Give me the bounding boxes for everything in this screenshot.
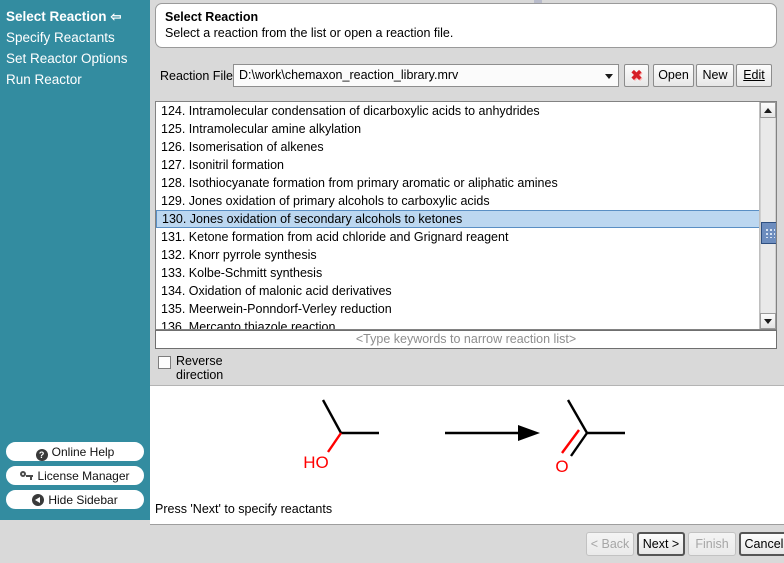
list-item[interactable]: 124. Intramolecular condensation of dica… <box>156 102 760 120</box>
sidebar-step-label: Run Reactor <box>6 72 82 87</box>
reactant-hydroxyl-label: HO <box>303 453 329 472</box>
scroll-up-arrow-icon[interactable] <box>760 102 776 118</box>
reaction-file-row: Reaction File: D:\work\chemaxon_reaction… <box>150 62 784 92</box>
sidebar-step-label: Set Reactor Options <box>6 51 128 66</box>
reverse-direction-label: Reverse direction <box>176 354 224 382</box>
reaction-preview-canvas: HO O <box>150 385 784 498</box>
new-label: New <box>702 68 728 82</box>
reverse-direction-checkbox[interactable] <box>158 356 171 369</box>
page-title: Select Reaction <box>165 10 259 24</box>
sidebar-step-run-reactor[interactable]: Run Reactor <box>0 69 150 90</box>
cancel-label: Cancel <box>744 537 784 551</box>
list-item[interactable]: 125. Intramolecular amine alkylation <box>156 120 760 138</box>
reactant-structure <box>321 399 379 453</box>
back-arrow-icon: ⇦ <box>110 9 122 24</box>
chevron-down-icon[interactable] <box>599 65 618 86</box>
sidebar-step-select-reaction[interactable]: Select Reaction ⇦ <box>0 6 150 27</box>
hide-sidebar-label: Hide Sidebar <box>48 493 118 507</box>
search-input[interactable]: <Type keywords to narrow reaction list> <box>155 330 777 349</box>
reaction-scheme-svg: HO O <box>303 399 625 476</box>
scrollbar-track[interactable] <box>760 118 776 313</box>
list-item[interactable]: 131. Ketone formation from acid chloride… <box>156 228 760 246</box>
edit-file-button[interactable]: Edit <box>736 64 772 87</box>
wizard-sidebar: Select Reaction ⇦ Specify Reactants Set R… <box>0 0 150 520</box>
wizard-button-bar: < Back Next > Finish Cancel <box>150 524 784 563</box>
help-circle-icon: ? <box>35 449 48 461</box>
reactor-wizard-window: Select Reaction ⇦ Specify Reactants Set R… <box>0 0 784 563</box>
reaction-file-label: Reaction File: <box>160 69 237 83</box>
next-button[interactable]: Next > <box>637 532 685 556</box>
status-text: Press 'Next' to specify reactants <box>155 502 333 516</box>
list-item[interactable]: 126. Isomerisation of alkenes <box>156 138 760 156</box>
open-label: Open <box>658 68 689 82</box>
online-help-label: Online Help <box>51 445 115 459</box>
list-item-selected[interactable]: 130. Jones oxidation of secondary alcoho… <box>156 210 760 228</box>
scrollbar-thumb[interactable] <box>761 222 776 244</box>
edit-label: Edit <box>743 68 765 82</box>
sidebar-step-set-reactor-options[interactable]: Set Reactor Options <box>0 48 150 69</box>
license-manager-button[interactable]: License Manager <box>6 466 144 485</box>
next-label: Next > <box>642 537 680 551</box>
sidebar-step-label: Select Reaction <box>6 9 107 24</box>
new-file-button[interactable]: New <box>696 64 734 87</box>
license-manager-label: License Manager <box>37 469 130 483</box>
finish-button[interactable]: Finish <box>688 532 736 556</box>
reaction-list-items: 124. Intramolecular condensation of dica… <box>156 102 760 329</box>
list-item[interactable]: 127. Isonitril formation <box>156 156 760 174</box>
status-bar: Press 'Next' to specify reactants <box>150 497 784 524</box>
scroll-down-arrow-icon[interactable] <box>760 313 776 329</box>
list-item[interactable]: 129. Jones oxidation of primary alcohols… <box>156 192 760 210</box>
cancel-button[interactable]: Cancel <box>739 532 784 556</box>
reaction-list[interactable]: 124. Intramolecular condensation of dica… <box>155 101 777 330</box>
scrollbar-grip-icon <box>765 228 775 238</box>
list-vertical-scrollbar[interactable] <box>759 102 776 329</box>
key-icon <box>20 470 34 482</box>
sidebar-step-label: Specify Reactants <box>6 30 115 45</box>
sidebar-step-specify-reactants[interactable]: Specify Reactants <box>0 27 150 48</box>
close-x-icon: ✖ <box>630 67 643 83</box>
list-item[interactable]: 134. Oxidation of malonic acid derivativ… <box>156 282 760 300</box>
sidebar-action-buttons: ? Online Help License Manager Hide Sideba… <box>0 442 150 514</box>
reaction-file-value: D:\work\chemaxon_reaction_library.mrv <box>239 68 459 82</box>
finish-label: Finish <box>695 537 729 551</box>
hide-sidebar-button[interactable]: Hide Sidebar <box>6 490 144 509</box>
list-item[interactable]: 136. Mercapto thiazole reaction <box>156 318 760 329</box>
back-label: < Back <box>590 537 630 551</box>
reaction-file-combobox[interactable]: D:\work\chemaxon_reaction_library.mrv <box>233 64 619 87</box>
previous-circle-icon <box>32 494 45 506</box>
page-title-box: Select Reaction Select a reaction from t… <box>155 3 777 48</box>
product-structure <box>561 399 625 457</box>
list-item[interactable]: 133. Kolbe-Schmitt synthesis <box>156 264 760 282</box>
list-item[interactable]: 132. Knorr pyrrole synthesis <box>156 246 760 264</box>
list-item[interactable]: 135. Meerwein-Ponndorf-Verley reduction <box>156 300 760 318</box>
page-subtitle: Select a reaction from the list or open … <box>165 26 454 40</box>
clear-file-button[interactable]: ✖ <box>624 64 649 87</box>
reaction-arrow-icon <box>445 425 540 441</box>
open-file-button[interactable]: Open <box>653 64 694 87</box>
product-carbonyl-label: O <box>555 457 568 476</box>
back-button[interactable]: < Back <box>586 532 634 556</box>
online-help-button[interactable]: ? Online Help <box>6 442 144 461</box>
wizard-step-list: Select Reaction ⇦ Specify Reactants Set R… <box>0 0 150 90</box>
list-item[interactable]: 128. Isothiocyanate formation from prima… <box>156 174 760 192</box>
